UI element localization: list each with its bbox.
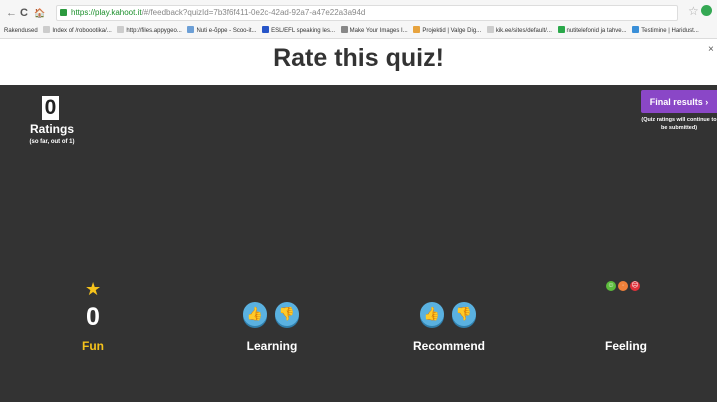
bookmark-item[interactable]: nutitelefonid ja tahve... (557, 25, 627, 37)
thumbs-up-icon: 👍 (246, 306, 264, 321)
feeling-label: Feeling (604, 339, 647, 353)
bookmark-item[interactable]: Rakendused (4, 25, 38, 37)
address-bar[interactable]: https://play.kahoot.it/#/feedback?quizId… (56, 5, 678, 21)
final-results-note: (Quiz ratings will continue to be submit… (641, 117, 717, 131)
ratings-note: (so far, out of 1) (29, 139, 75, 145)
close-icon[interactable]: × (708, 44, 714, 55)
extension-icon[interactable] (701, 5, 712, 16)
site-icon (262, 26, 270, 33)
site-icon (340, 26, 348, 33)
frown-icon: ☹ (631, 282, 639, 289)
bookmark-item[interactable]: Testimine | Haridust... (632, 25, 699, 37)
globe-icon (187, 26, 195, 33)
ratings-label: Ratings (29, 122, 74, 136)
back-icon[interactable]: ← (6, 6, 17, 20)
learning-thumbs-down-button[interactable]: 👎 (275, 302, 299, 326)
star-icon: ★ (85, 279, 102, 299)
learning-label: Learning (246, 339, 298, 353)
smile-icon: ☺ (607, 282, 615, 289)
page-icon (486, 26, 494, 33)
site-icon (413, 26, 421, 33)
bookmark-item[interactable]: kik.ee/sites/default/... (486, 25, 552, 37)
browser-chrome: ← C 🏠 https://play.kahoot.it/#/feedback?… (0, 0, 717, 39)
happy-face-button[interactable]: ☺ (606, 281, 616, 291)
thumbs-up-icon: 👍 (423, 306, 441, 321)
lock-icon (60, 9, 67, 16)
thumbs-down-icon: 👎 (278, 306, 296, 321)
bookmarks-bar: Rakendused Index of /roboootika/... http… (0, 25, 717, 37)
feedback-panel: 0 Ratings (so far, out of 1) Final resul… (0, 85, 717, 402)
recommend-label: Recommend (412, 339, 486, 353)
bookmark-star-icon[interactable]: ☆ (688, 4, 699, 18)
bookmark-item[interactable]: http://files.appygeo... (117, 25, 182, 37)
bookmark-item[interactable]: ESL/EFL speaking les... (262, 25, 335, 37)
fun-label: Fun (82, 339, 104, 353)
final-results-button[interactable]: Final results › (641, 90, 717, 113)
bookmark-item[interactable]: Nuti e-õppe - Scoo-it... (187, 25, 257, 37)
neutral-face-button[interactable]: · (618, 281, 628, 291)
url-text: https://play.kahoot.it/#/feedback?quizId… (71, 8, 366, 17)
site-icon (632, 26, 640, 33)
thumbs-down-icon: 👎 (455, 306, 473, 321)
ratings-count: 0 (42, 96, 59, 120)
bookmark-item[interactable]: Projektid | Valge Dig... (413, 25, 481, 37)
learning-thumbs-up-button[interactable]: 👍 (243, 302, 267, 326)
recommend-thumbs-up-button[interactable]: 👍 (420, 302, 444, 326)
home-icon[interactable]: 🏠 (34, 6, 45, 20)
site-icon (557, 26, 565, 33)
reload-icon[interactable]: C (20, 6, 28, 20)
bookmark-item[interactable]: Make Your Images I... (340, 25, 408, 37)
page-icon (117, 26, 125, 33)
sad-face-button[interactable]: ☹ (630, 281, 640, 291)
bookmark-item[interactable]: Index of /roboootika/... (43, 25, 112, 37)
fun-score: 0 (86, 303, 100, 331)
recommend-thumbs-down-button[interactable]: 👎 (452, 302, 476, 326)
page-title: Rate this quiz! (273, 44, 444, 72)
page-icon (43, 26, 51, 33)
neutral-icon: · (621, 282, 625, 289)
